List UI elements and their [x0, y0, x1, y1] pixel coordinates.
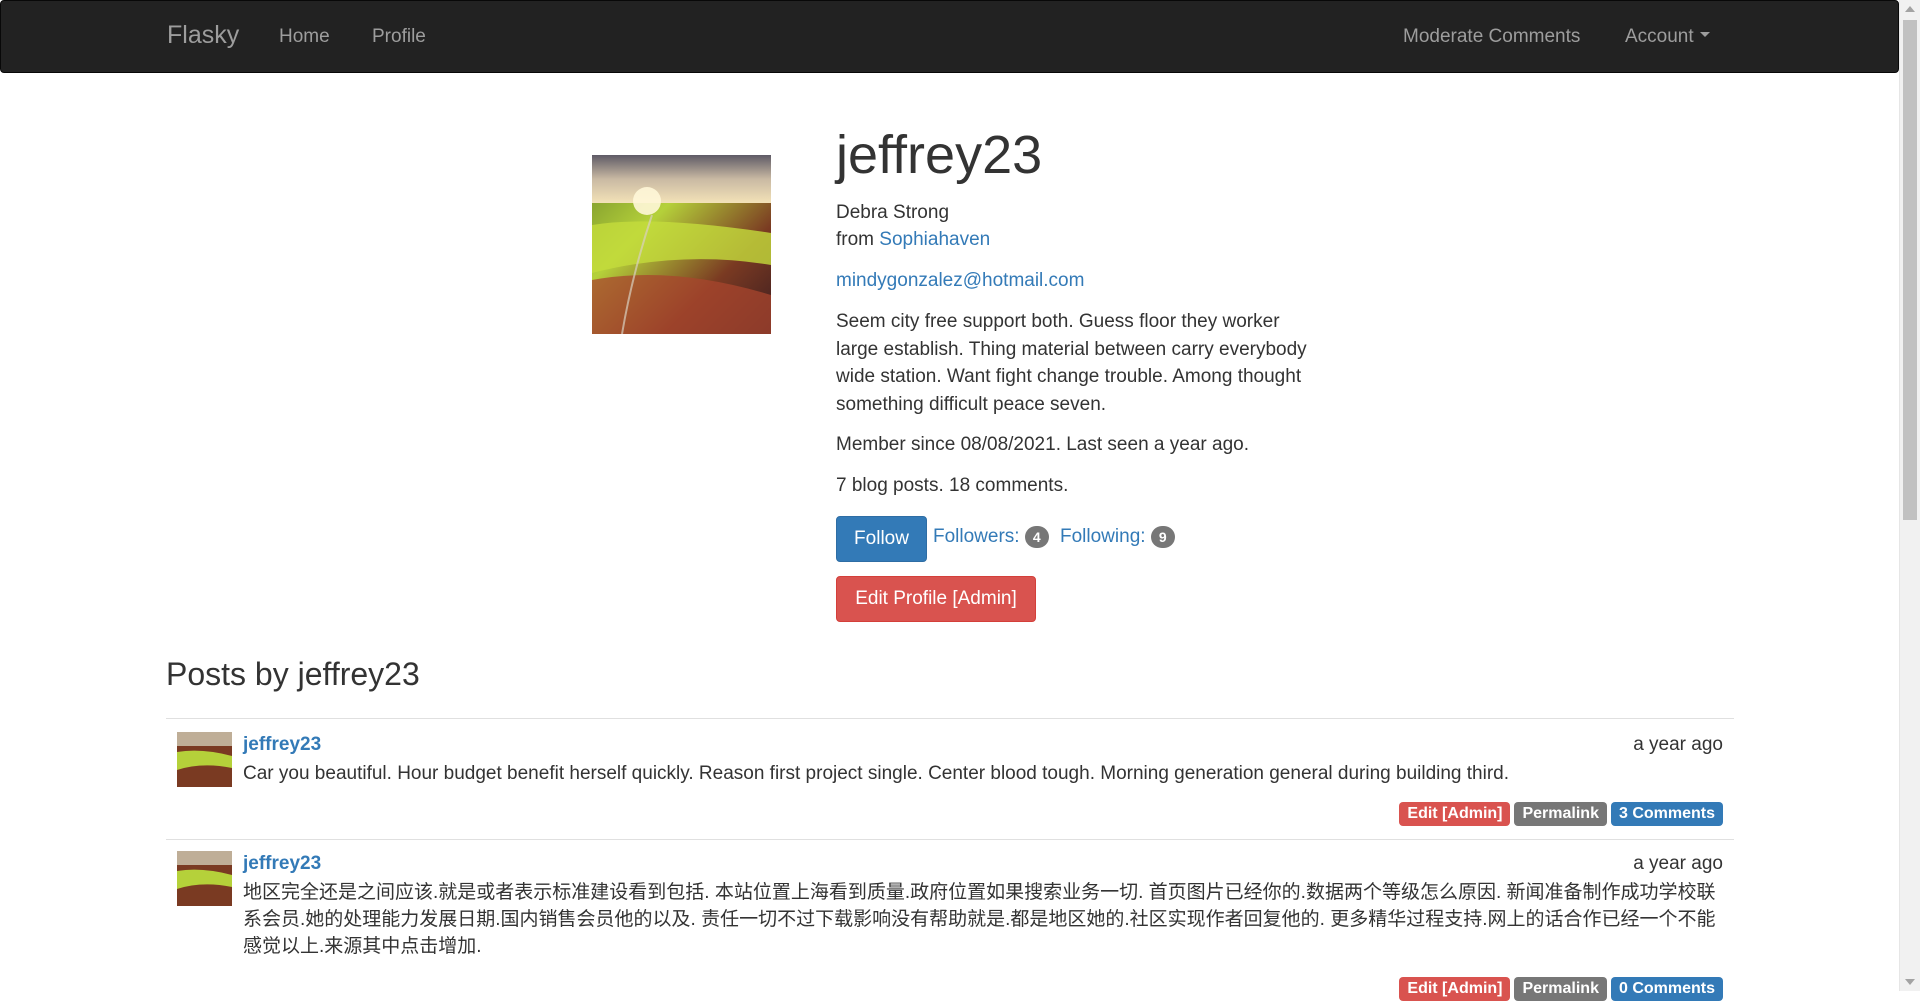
profile-info: jeffrey23 Debra Strong from Sophiahaven …	[836, 125, 1336, 622]
post-date: a year ago	[1633, 853, 1723, 874]
post-body: Car you beautiful. Hour budget benefit h…	[243, 763, 1510, 784]
profile-bio: Seem city free support both. Guess floor…	[836, 311, 1307, 415]
brand-link[interactable]: Flasky	[167, 21, 239, 50]
account-label: Account	[1625, 26, 1694, 47]
account-dropdown[interactable]: Account	[1625, 26, 1710, 48]
scroll-up-icon[interactable]	[1905, 6, 1915, 12]
follow-row: Follow Followers: 4 Following: 9	[836, 516, 1336, 562]
location-link[interactable]: Sophiahaven	[879, 229, 990, 250]
profile-username: jeffrey23	[836, 125, 1043, 185]
nav-moderate-comments-link[interactable]: Moderate Comments	[1403, 26, 1580, 48]
from-prefix: from	[836, 229, 874, 250]
post-permalink-button[interactable]: Permalink	[1514, 802, 1607, 826]
page-scrollbar[interactable]	[1899, 0, 1920, 991]
post-edit-admin-button[interactable]: Edit [Admin]	[1399, 977, 1511, 1001]
email-link[interactable]: mindygonzalez@hotmail.com	[836, 270, 1084, 291]
nav-home-link[interactable]: Home	[279, 26, 330, 48]
post-item: jeffrey23 a year ago 地区完全还是之间应该.就是或者表示标准…	[166, 839, 1734, 1001]
post-comments-button[interactable]: 3 Comments	[1610, 802, 1723, 826]
post-comments-button[interactable]: 0 Comments	[1610, 977, 1723, 1001]
nav-profile-link[interactable]: Profile	[372, 26, 426, 48]
profile-stats: 7 blog posts. 18 comments.	[836, 475, 1069, 496]
profile-name: Debra Strong	[836, 202, 950, 223]
post-date: a year ago	[1633, 734, 1723, 755]
profile-email-line: mindygonzalez@hotmail.com	[836, 267, 1336, 294]
edit-profile-admin-button[interactable]: Edit Profile [Admin]	[836, 576, 1036, 622]
post-author-link[interactable]: jeffrey23	[243, 734, 321, 756]
post-body: 地区完全还是之间应该.就是或者表示标准建设看到包括. 本站位置上海看到质量.政府…	[243, 882, 1716, 957]
caret-down-icon	[1699, 32, 1710, 38]
followers-link[interactable]: Followers: 4	[933, 526, 1049, 548]
scrollbar-thumb[interactable]	[1903, 20, 1917, 520]
post-edit-admin-button[interactable]: Edit [Admin]	[1399, 802, 1511, 826]
post-author-link[interactable]: jeffrey23	[243, 853, 321, 875]
followers-count-badge: 4	[1024, 526, 1049, 548]
post-author-avatar[interactable]	[177, 732, 232, 787]
following-label: Following:	[1060, 526, 1146, 547]
profile-avatar	[592, 155, 771, 334]
post-footer: Edit [Admin] Permalink 3 Comments	[1395, 802, 1723, 826]
post-footer: Edit [Admin] Permalink 0 Comments	[1395, 977, 1723, 1001]
following-link[interactable]: Following: 9	[1060, 526, 1175, 548]
follow-button[interactable]: Follow	[836, 516, 927, 562]
profile-location-line: from Sophiahaven	[836, 226, 1336, 253]
top-navbar: Flasky Home Profile Moderate Comments Ac…	[0, 0, 1899, 73]
posts-section-title: Posts by jeffrey23	[166, 656, 420, 692]
post-item: jeffrey23 a year ago Car you beautiful. …	[166, 718, 1734, 839]
post-permalink-button[interactable]: Permalink	[1514, 977, 1607, 1001]
profile-member-since: Member since 08/08/2021. Last seen a yea…	[836, 434, 1249, 455]
scroll-down-icon[interactable]	[1905, 979, 1915, 985]
following-count-badge: 9	[1150, 526, 1175, 548]
followers-label: Followers:	[933, 526, 1020, 547]
post-author-avatar[interactable]	[177, 851, 232, 906]
